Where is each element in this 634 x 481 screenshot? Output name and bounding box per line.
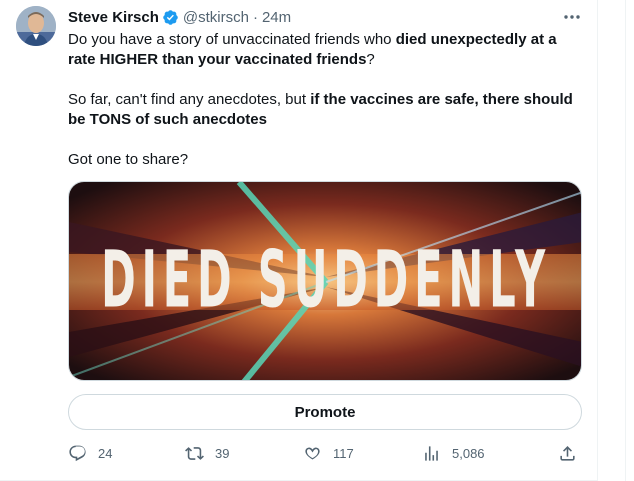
author-handle[interactable]: @stkirsch	[183, 9, 249, 26]
more-icon[interactable]	[562, 8, 582, 26]
heart-icon	[305, 447, 320, 460]
views-button[interactable]: 5,086	[422, 442, 485, 464]
author-avatar[interactable]	[16, 6, 56, 46]
reply-count: 24	[98, 445, 113, 461]
retweet-count: 39	[215, 445, 230, 461]
author-name[interactable]: Steve Kirsch	[68, 9, 159, 26]
tweet-card[interactable]: Steve Kirsch @stkirsch · 24m Do you have…	[0, 0, 598, 481]
like-button[interactable]: 117	[303, 442, 354, 464]
tweet-media-image[interactable]: DIED SUDDENLY	[68, 181, 582, 381]
retweet-icon	[185, 446, 204, 460]
media-title-text: DIED SUDDENLY	[101, 234, 551, 325]
paragraph-2-text: So far, can't find any anecdotes, but	[68, 91, 311, 108]
tweet-timestamp[interactable]: 24m	[262, 9, 291, 26]
paragraph-1-end: ?	[366, 51, 375, 68]
like-count: 117	[333, 445, 354, 461]
share-icon	[560, 445, 575, 461]
tweet-paragraph-1: Do you have a story of unvaccinated frie…	[68, 30, 584, 70]
promote-button[interactable]: Promote	[68, 394, 582, 430]
share-button[interactable]	[558, 442, 577, 464]
tweet-text: Do you have a story of unvaccinated frie…	[68, 30, 584, 170]
tweet-paragraph-3: Got one to share?	[68, 151, 189, 168]
paragraph-1-text: Do you have a story of unvaccinated frie…	[68, 31, 396, 48]
tweet-actions-bar: 24 39 117 5,086	[68, 442, 584, 464]
verified-badge-icon	[162, 9, 179, 26]
reply-button[interactable]: 24	[68, 442, 112, 464]
tweet-header: Steve Kirsch @stkirsch · 24m	[68, 7, 291, 27]
header-separator: ·	[252, 8, 258, 26]
tweet-paragraph-2: So far, can't find any anecdotes, but if…	[68, 90, 584, 130]
reply-icon	[69, 445, 86, 461]
views-icon	[425, 445, 438, 461]
views-count: 5,086	[452, 445, 485, 461]
retweet-button[interactable]: 39	[185, 442, 229, 464]
avatar-image	[16, 6, 56, 46]
page-divider	[625, 0, 626, 481]
